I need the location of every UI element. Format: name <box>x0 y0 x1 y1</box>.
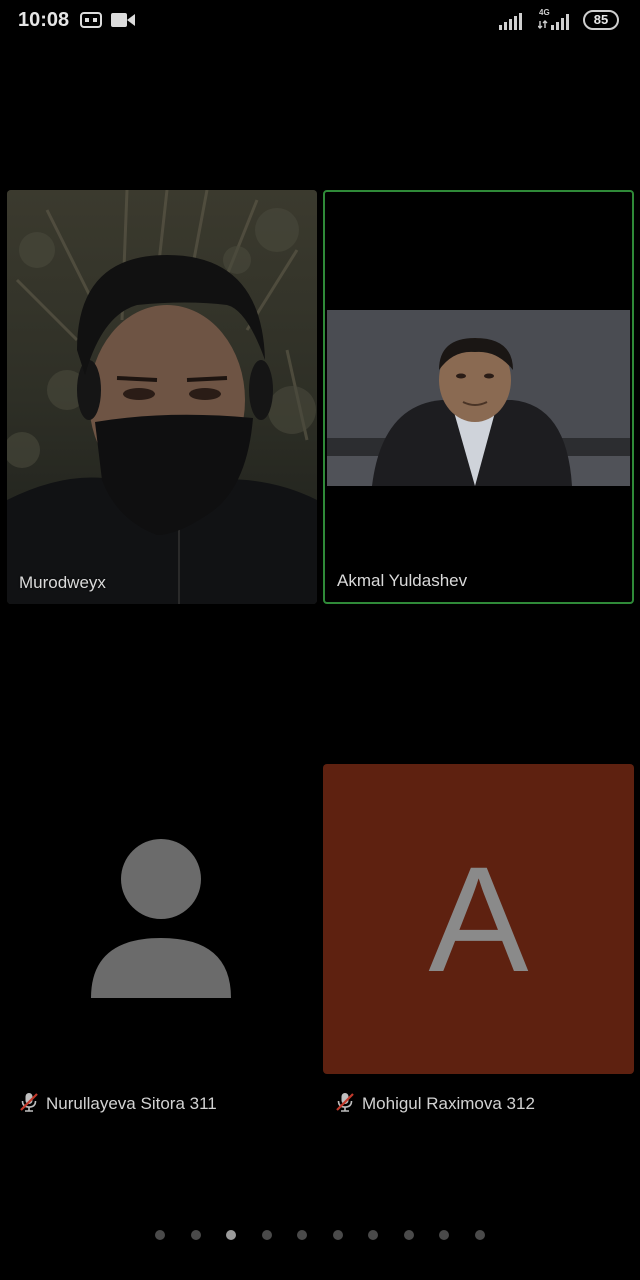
video-tile-mohigul-raximova[interactable]: A <box>323 764 634 1074</box>
page-dot[interactable] <box>403 1230 414 1240</box>
participant-label: Nurullayeva Sitora 311 <box>18 1092 217 1116</box>
signal-icon <box>499 12 525 35</box>
page-dot[interactable] <box>439 1230 449 1240</box>
mic-muted-icon <box>334 1091 356 1118</box>
participant-name: Akmal Yuldashev <box>337 571 468 590</box>
page-dot[interactable] <box>332 1230 343 1240</box>
participant-video-feed <box>7 190 317 604</box>
video-camera-icon <box>111 12 135 33</box>
page-dot[interactable] <box>474 1230 485 1240</box>
vr-icon <box>80 11 102 34</box>
page-dot[interactable] <box>261 1230 272 1240</box>
page-dot[interactable] <box>190 1230 201 1240</box>
video-tile-nurullayeva-sitora[interactable] <box>7 764 317 1074</box>
avatar-letter: A <box>428 834 529 1003</box>
mic-muted-icon <box>18 1091 40 1118</box>
page-dot[interactable] <box>368 1230 378 1240</box>
page-indicator[interactable] <box>0 1230 640 1242</box>
person-silhouette-icon <box>91 839 231 998</box>
page-dot[interactable] <box>155 1230 165 1240</box>
participant-name: Mohigul Raximova 312 <box>362 1094 535 1113</box>
status-bar: 10:08 4G 85 <box>0 0 640 44</box>
participant-name: Murodweyx <box>19 573 106 592</box>
participant-name: Nurullayeva Sitora 311 <box>46 1094 217 1113</box>
video-tile-murodweyx[interactable]: Murodweyx <box>7 190 317 604</box>
status-time: 10:08 <box>18 9 70 31</box>
signal-4g-icon <box>537 12 574 35</box>
battery-icon: 85 <box>583 10 619 30</box>
participant-label: Mohigul Raximova 312 <box>334 1092 535 1116</box>
video-tile-akmal-yuldashev[interactable]: Akmal Yuldashev <box>323 190 634 604</box>
participant-video-feed <box>327 310 630 486</box>
page-dot[interactable] <box>226 1230 236 1240</box>
page-dot[interactable] <box>297 1230 307 1240</box>
